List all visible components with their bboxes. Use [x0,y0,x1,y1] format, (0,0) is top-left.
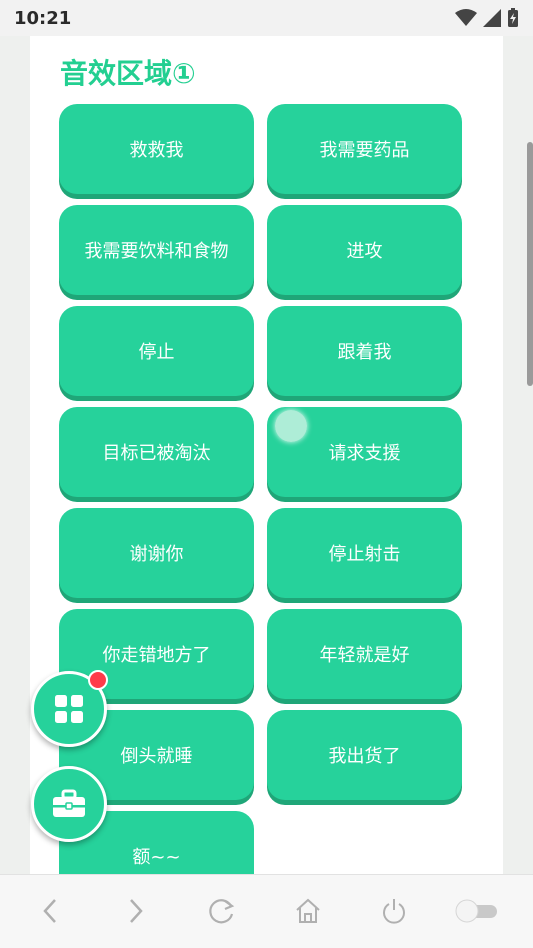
scrollbar[interactable] [527,142,533,386]
forward-button[interactable] [120,895,152,927]
sound-panel: 音效区域① 救救我 我需要药品 我需要饮料和食物 进攻 停止 跟着我 目标已被淘汰 请求支援谢… [30,36,503,874]
scroll-area[interactable]: 音效区域① 救救我 我需要药品 我需要饮料和食物 进攻 停止 跟着我 目标已被淘汰 请求支援谢… [0,36,533,874]
toolbox-button[interactable] [31,766,107,842]
sound-button[interactable]: 年轻就是好 [267,609,462,699]
sound-button[interactable]: 我需要药品 [267,104,462,194]
status-bar: 10:21 [0,0,533,36]
sound-button[interactable]: 停止射击 [267,508,462,598]
sound-button[interactable]: 跟着我 [267,306,462,396]
sound-button[interactable]: 我需要饮料和食物 [59,205,254,295]
signal-icon [483,9,501,27]
sound-button[interactable]: 停止 [59,306,254,396]
power-button[interactable] [378,895,410,927]
sound-button[interactable]: 救救我 [59,104,254,194]
status-time: 10:21 [14,7,72,29]
power-icon [383,899,405,924]
sound-button[interactable]: 谢谢你 [59,508,254,598]
browser-nav-bar [0,874,533,948]
sound-button[interactable]: 我出货了 [267,710,462,800]
notification-badge [88,670,108,690]
touch-indicator [275,410,307,442]
forward-icon [130,899,143,923]
wifi-icon [455,9,477,26]
sound-button[interactable]: 进攻 [267,205,462,295]
home-icon [296,898,320,923]
toggle-switch-icon [455,899,497,923]
apps-grid-icon [55,695,83,723]
toolbox-icon [53,789,85,817]
refresh-button[interactable] [206,895,238,927]
back-icon [43,899,56,923]
status-icons [455,8,519,28]
toggle-switch[interactable] [452,895,500,927]
battery-charging-icon [508,8,518,27]
home-button[interactable] [292,895,324,927]
back-button[interactable] [34,895,66,927]
section-title: 音效区域① [60,57,196,90]
sound-button[interactable]: 目标已被淘汰 [59,407,254,497]
refresh-icon [209,899,235,924]
